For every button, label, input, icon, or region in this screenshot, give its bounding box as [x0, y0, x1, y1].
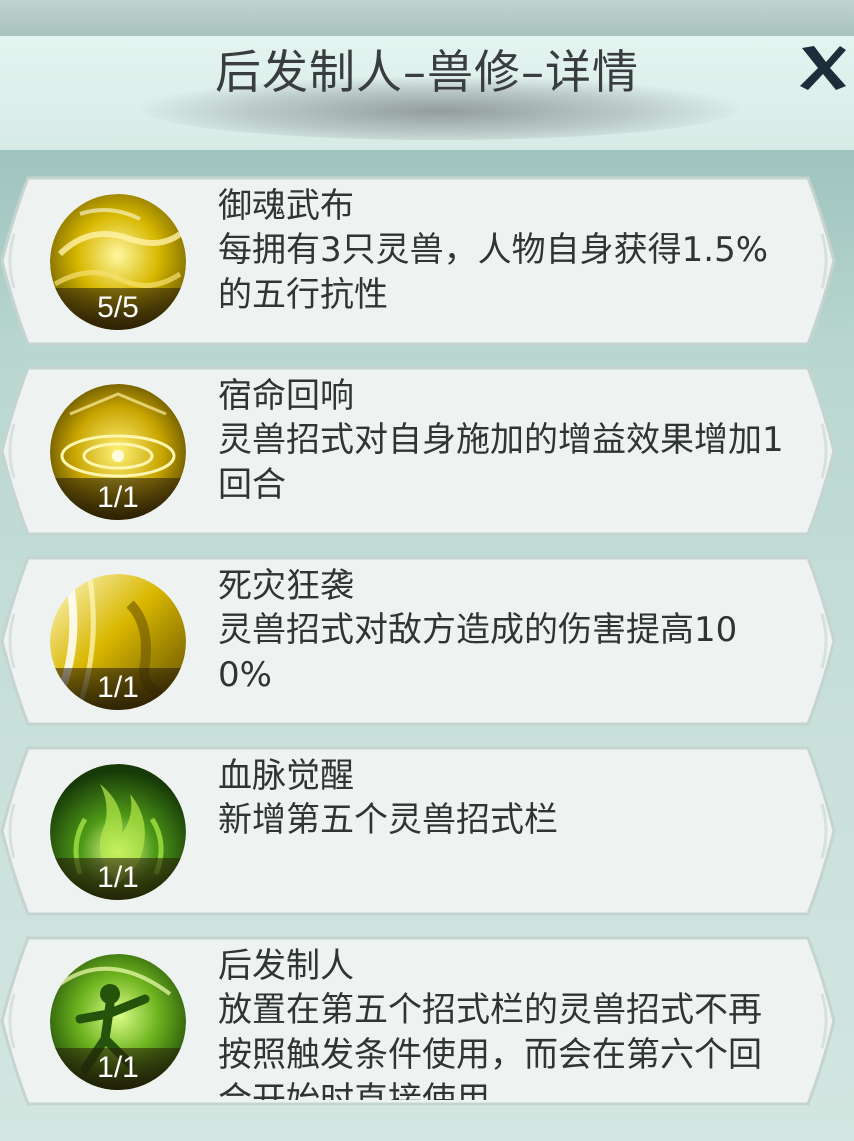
level-count: 1/1: [50, 668, 186, 710]
talent-card-4[interactable]: 1/1 血脉觉醒 新增第五个灵兽招式栏: [0, 744, 836, 918]
talent-name: 御魂武布: [218, 186, 354, 226]
talent-name: 后发制人: [218, 946, 354, 986]
talent-icon-4: 1/1: [50, 764, 186, 900]
talent-card-5[interactable]: 1/1 后发制人 放置在第五个招式栏的灵兽招式不再按照触发条件使用，而会在第六个…: [0, 934, 836, 1108]
top-bar: [0, 0, 854, 36]
level-count: 1/1: [50, 858, 186, 900]
talent-card-3[interactable]: 1/1 死灾狂袭 灵兽招式对敌方造成的伤害提高100%: [0, 554, 836, 728]
level-count: 5/5: [50, 288, 186, 330]
talent-list[interactable]: 5/5 御魂武布 每拥有3只灵兽，人物自身获得1.5%的五行抗性 1/1 宿命回…: [0, 150, 854, 1141]
talent-card-1[interactable]: 5/5 御魂武布 每拥有3只灵兽，人物自身获得1.5%的五行抗性: [0, 174, 836, 348]
close-button[interactable]: [796, 40, 850, 94]
talent-description: 灵兽招式对自身施加的增益效果增加1回合: [218, 420, 784, 505]
talent-description: 新增第五个灵兽招式栏: [218, 800, 558, 840]
talent-icon-3: 1/1: [50, 574, 186, 710]
talent-description: 灵兽招式对敌方造成的伤害提高100%: [218, 610, 738, 695]
talent-description: 每拥有3只灵兽，人物自身获得1.5%的五行抗性: [218, 230, 769, 315]
close-x-icon: [800, 46, 846, 90]
talent-description: 放置在第五个招式栏的灵兽招式不再按照触发条件使用，而会在第六个回合开始时直接使用: [218, 990, 762, 1100]
talent-icon-1: 5/5: [50, 194, 186, 330]
talent-name: 血脉觉醒: [218, 756, 354, 796]
level-count: 1/1: [50, 478, 186, 520]
talent-card-2[interactable]: 1/1 宿命回响 灵兽招式对自身施加的增益效果增加1回合: [0, 364, 836, 538]
talent-icon-5: 1/1: [50, 954, 186, 1090]
page-title: 后发制人–兽修–详情: [215, 45, 639, 99]
level-count: 1/1: [50, 1048, 186, 1090]
talent-icon-2: 1/1: [50, 384, 186, 520]
talent-name: 宿命回响: [218, 376, 354, 416]
talent-name: 死灾狂袭: [218, 566, 354, 606]
